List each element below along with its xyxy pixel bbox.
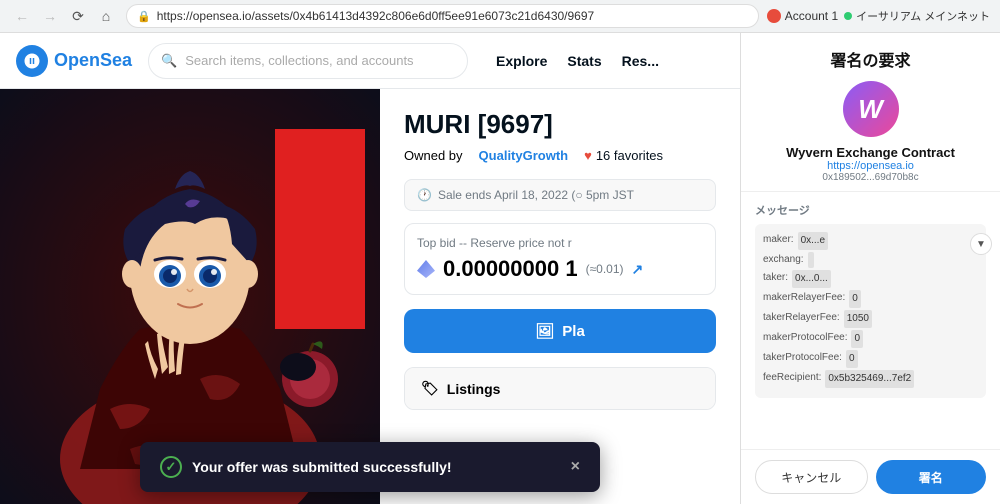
message-value [808,252,814,268]
message-section-label: メッセージ [755,202,986,218]
message-value: 0x5b325469...7ef2 [825,370,914,388]
message-key: maker: [763,232,794,250]
network-status-dot [844,12,852,20]
metamask-dialog-title: 署名の要求 [757,47,984,71]
back-button[interactable]: ← [10,4,34,28]
nav-res[interactable]: Res... [622,53,659,69]
message-key: makerProtocolFee: [763,330,847,348]
nft-owner-row: Owned by QualityGrowth ♥ 16 favorites [404,148,716,163]
bid-amount: 0.00000000 1 [443,256,578,282]
scroll-down-indicator: ▼ [970,233,992,255]
listings-icon: 🏷 [421,380,439,397]
toast-close-button[interactable]: × [571,458,580,476]
message-key: exchang: [763,252,804,268]
top-bid-label: Top bid -- Reserve price not r [417,236,703,250]
message-value: 0x...e [798,232,828,250]
message-key: takerRelayerFee: [763,310,840,328]
contract-logo: W [843,81,899,137]
metamask-header: 署名の要求 W Wyvern Exchange Contract https:/… [741,33,1000,192]
message-key: taker: [763,270,788,288]
message-content: maker:0x...e exchang: taker:0x...0... maker… [755,224,986,398]
bid-usd: (≈0.01) [586,262,624,276]
clock-icon: 🕐 [417,188,432,202]
sale-timer-text: Sale ends April 18, 2022 (○ 5pm JST [438,188,634,202]
message-row: feeRecipient:0x5b325469...7ef2 [763,370,978,388]
network-indicator: イーサリアム メインネット [844,8,990,24]
eth-icon [417,260,435,278]
message-row: taker:0x...0... [763,270,978,288]
message-key: makerRelayerFee: [763,290,845,308]
sale-timer: 🕐 Sale ends April 18, 2022 (○ 5pm JST [404,179,716,211]
contract-name: Wyvern Exchange Contract [757,145,984,160]
browser-chrome: ← → ⟳ ⌂ 🔒 https://opensea.io/assets/0x4b… [0,0,1000,33]
opensea-logo[interactable]: OpenSea [16,45,132,77]
toast-message: Your offer was submitted successfully! [192,459,452,475]
message-row: exchang: [763,252,978,268]
favorites-count: ♥ 16 favorites [584,148,663,163]
nft-title: MURI [9697] [404,109,716,140]
opensea-page: OpenSea 🔍 Search items, collections, and… [0,33,740,504]
message-row: makerProtocolFee:0 [763,330,978,348]
external-link-icon: ↗ [632,261,644,278]
account-button[interactable]: Account 1 [767,9,838,23]
contract-url: https://opensea.io [757,160,984,172]
network-label: イーサリアム メインネット [856,8,990,24]
page-content: OpenSea 🔍 Search items, collections, and… [0,33,1000,504]
sign-button[interactable]: 署名 [876,460,987,494]
search-placeholder: Search items, collections, and accounts [185,53,413,68]
owned-by-label: Owned by [404,148,463,163]
nav-explore[interactable]: Explore [496,53,547,69]
account-avatar-dot [767,9,781,23]
message-key: takerProtocolFee: [763,350,842,368]
nav-stats[interactable]: Stats [567,53,601,69]
heart-icon: ♥ [584,148,592,163]
message-row: makerRelayerFee:0 [763,290,978,308]
listings-section: 🏷 Listings [404,367,716,410]
logo-text: OpenSea [54,50,132,71]
metamask-panel: 署名の要求 W Wyvern Exchange Contract https:/… [740,33,1000,504]
success-check-icon: ✓ [160,456,182,478]
forward-button[interactable]: → [38,4,62,28]
bid-price: 0.00000000 1 (≈0.01) ↗ [417,256,703,282]
url-text: https://opensea.io/assets/0x4b61413d4392… [157,9,595,23]
listings-label: Listings [447,381,501,397]
opensea-header: OpenSea 🔍 Search items, collections, and… [0,33,740,89]
owner-link[interactable]: QualityGrowth [479,148,569,163]
place-bid-label: Pla [562,323,585,340]
message-row: maker:0x...e [763,232,978,250]
address-bar[interactable]: 🔒 https://opensea.io/assets/0x4b61413d43… [126,4,759,28]
message-value: 0x...0... [792,270,831,288]
message-row: takerProtocolFee:0 [763,350,978,368]
cancel-button[interactable]: キャンセル [755,460,868,494]
message-row: takerRelayerFee:1050 [763,310,978,328]
header-nav: Explore Stats Res... [496,53,659,69]
metamask-body[interactable]: メッセージ maker:0x...e exchang: taker:0x...0..… [741,192,1000,449]
browser-right-controls: Account 1 イーサリアム メインネット [767,8,990,24]
place-bid-button[interactable]: 🖼 Pla [404,309,716,353]
contract-address: 0x189502...69d70b8c [757,172,984,183]
message-value: 1050 [844,310,872,328]
lock-icon: 🔒 [137,10,151,23]
main-area: MURI [9697] Owned by QualityGrowth ♥ 16 … [0,89,740,504]
refresh-button[interactable]: ⟳ [66,4,90,28]
search-icon: 🔍 [161,53,177,69]
search-bar[interactable]: 🔍 Search items, collections, and account… [148,43,468,79]
message-key: feeRecipient: [763,370,821,388]
browser-nav-buttons: ← → ⟳ ⌂ [10,4,118,28]
message-value: 0 [846,350,858,368]
success-toast: ✓ Your offer was submitted successfully!… [140,442,600,492]
opensea-logo-icon [16,45,48,77]
place-bid-icon: 🖼 [535,322,554,340]
listings-header: 🏷 Listings [405,368,715,409]
message-value: 0 [851,330,863,348]
message-value: 0 [849,290,861,308]
contract-logo-text: W [858,94,883,125]
metamask-footer: キャンセル 署名 [741,449,1000,504]
top-bid-section: Top bid -- Reserve price not r 0.0000000… [404,223,716,295]
home-button[interactable]: ⌂ [94,4,118,28]
account-label: Account 1 [785,9,838,23]
